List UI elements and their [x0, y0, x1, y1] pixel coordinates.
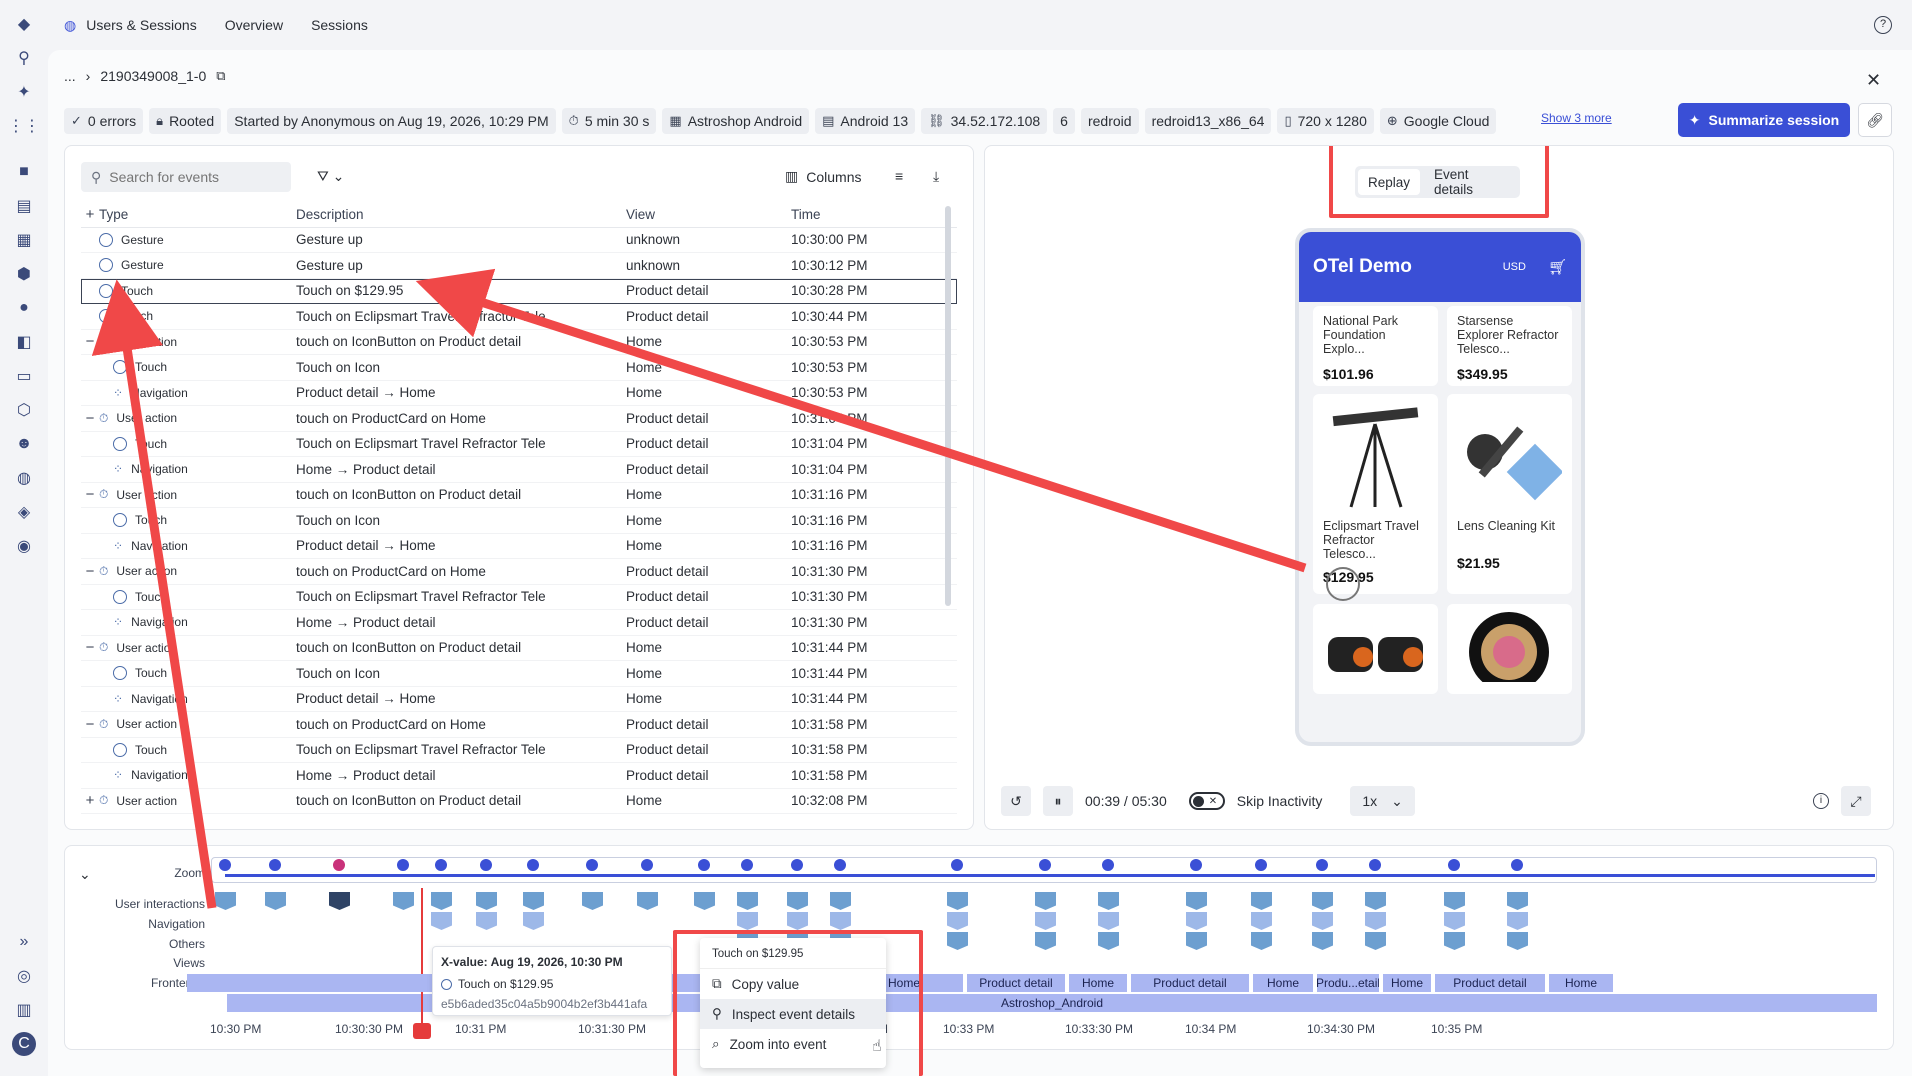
annotation-arrows — [91, 268, 1307, 909]
arrow-to-touch-row — [91, 279, 217, 909]
arrow-to-selected-row — [415, 268, 1307, 573]
